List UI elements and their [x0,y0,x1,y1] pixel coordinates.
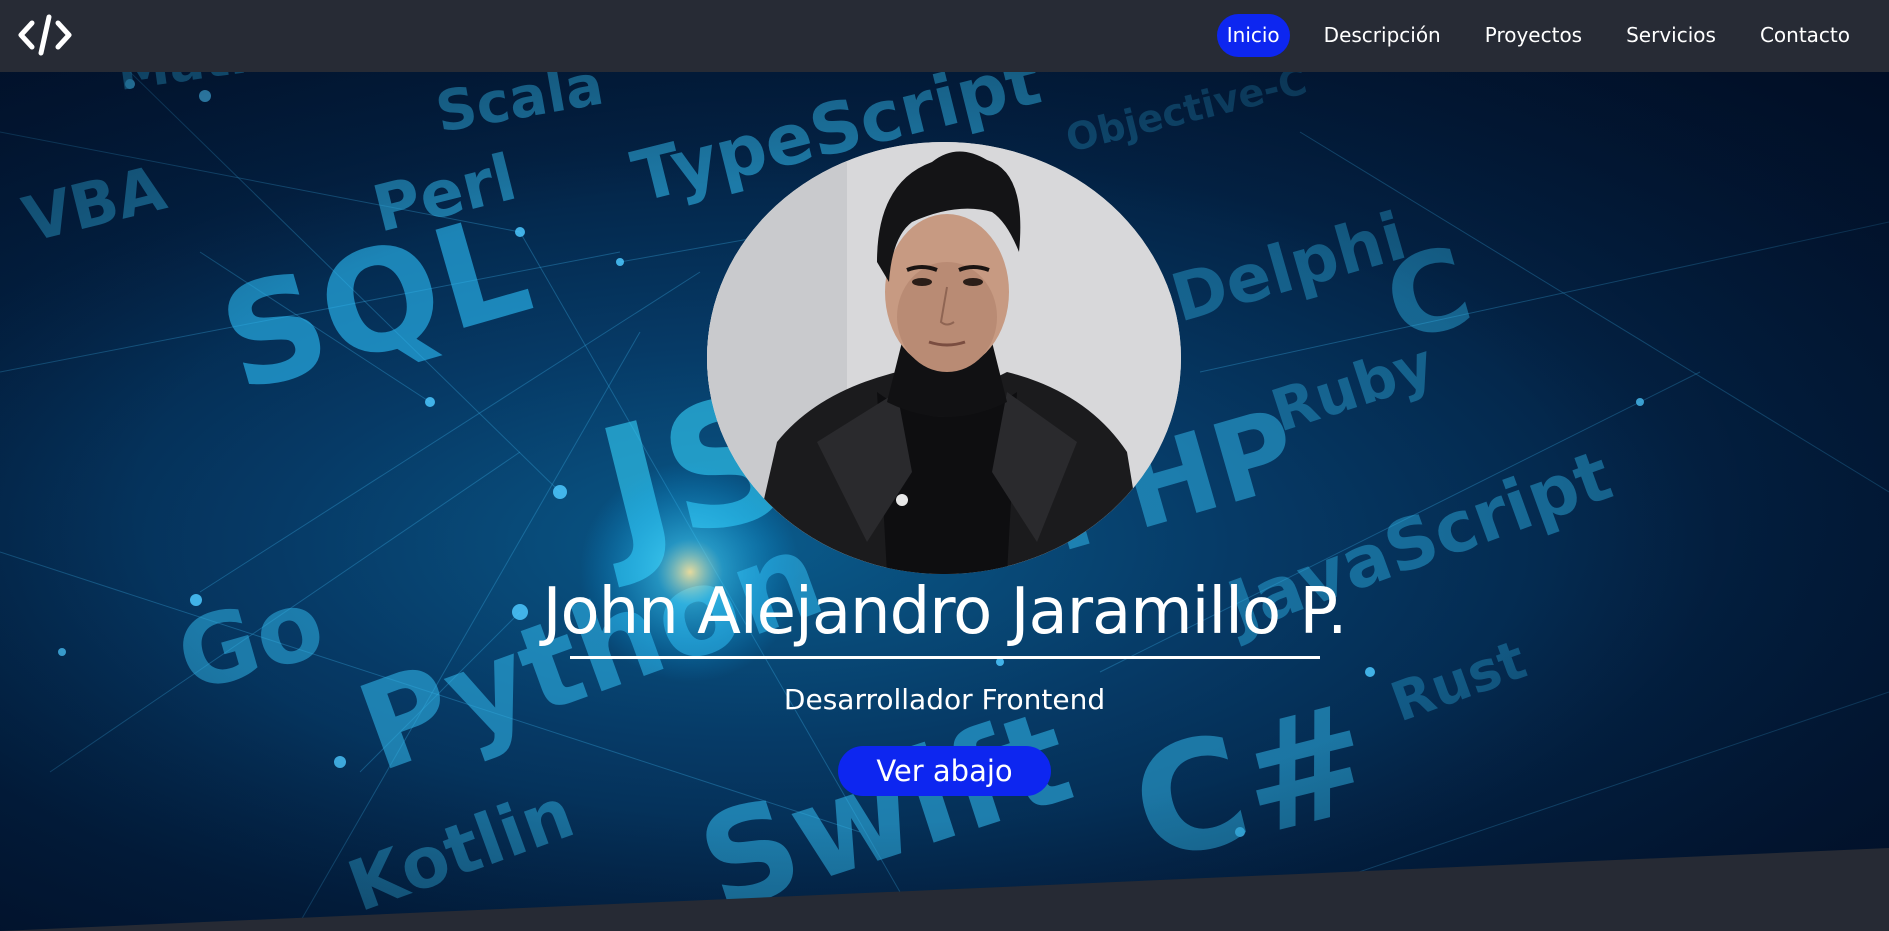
hero-section: Matlab Scala VBA Perl TypeScript Objecti… [0,72,1889,931]
profile-name: John Alejandro Jaramillo P. [542,575,1348,649]
name-underline-divider [570,656,1320,659]
profile-role: Desarrollador Frontend [783,683,1106,716]
nav-item-inicio[interactable]: Inicio [1216,14,1290,57]
page: Matlab Scala VBA Perl TypeScript Objecti… [0,0,1889,931]
code-brackets-icon[interactable] [18,13,72,57]
nav-item-servicios[interactable]: Servicios [1616,14,1726,57]
nav-menu: Inicio Descripción Proyectos Servicios C… [1216,14,1860,57]
see-below-button[interactable]: Ver abajo [838,746,1051,796]
nav-item-descripcion[interactable]: Descripción [1314,14,1451,57]
portrait-illustration [707,142,1181,574]
profile-photo [707,142,1181,574]
nav-item-contacto[interactable]: Contacto [1750,14,1860,57]
nav-item-proyectos[interactable]: Proyectos [1475,14,1592,57]
navbar: Inicio Descripción Proyectos Servicios C… [0,0,1889,72]
